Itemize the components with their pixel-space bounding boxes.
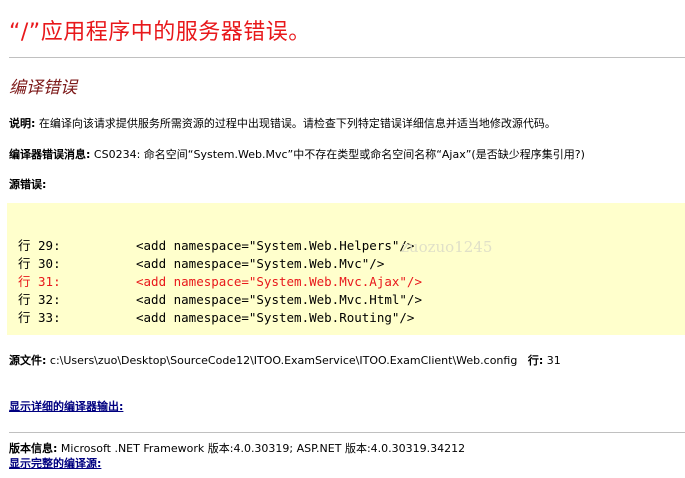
source-line-label: 行: (527, 354, 544, 367)
code-line-error: 行 31: <add namespace="System.Web.Mvc.Ajax… (18, 271, 422, 290)
watermark-text: zuozuo1245 (401, 238, 493, 256)
show-full-source-link[interactable]: 显示完整的编译源: (9, 455, 101, 471)
show-compiler-output-link[interactable]: 显示详细的编译器输出: (9, 398, 123, 414)
source-file-label: 源文件: (9, 354, 47, 367)
code-line-text: <add namespace="System.Web.Helpers"/> (136, 238, 415, 253)
code-line: 行 30: <add namespace="System.Web.Mvc"/> (18, 253, 384, 272)
footer-divider (9, 432, 685, 433)
code-line-number: 行 30: (18, 256, 61, 271)
compiler-error-text: CS0234: 命名空间“System.Web.Mvc”中不存在类型或命名空间名… (93, 148, 585, 161)
source-line-value: 31 (546, 354, 561, 367)
code-line-number: 行 33: (18, 310, 61, 325)
section-subtitle: 编译错误 (9, 78, 77, 98)
version-label: 版本信息: (9, 442, 58, 455)
description-label: 说明: (9, 117, 36, 130)
source-file-line: 源文件: c:\Users\zuo\Desktop\SourceCode12\I… (9, 352, 561, 368)
code-line-text: <add namespace="System.Web.Mvc"/> (136, 256, 385, 271)
source-error-heading: 源错误: (9, 176, 46, 192)
compiler-error-label: 编译器错误消息: (9, 148, 91, 161)
version-info-line: 版本信息: Microsoft .NET Framework 版本:4.0.30… (9, 440, 465, 456)
code-line-text: <add namespace="System.Web.Routing"/> (136, 310, 415, 325)
code-line: 行 29: <add namespace="System.Web.Helpers"… (18, 235, 414, 254)
page-title: “/”应用程序中的服务器错误。 (9, 20, 311, 45)
code-line-number: 行 32: (18, 292, 61, 307)
compiler-error-line: 编译器错误消息: CS0234: 命名空间“System.Web.Mvc”中不存… (9, 146, 585, 162)
code-line-number: 行 31: (18, 274, 61, 289)
code-line-text: <add namespace="System.Web.Mvc.Html"/> (136, 292, 422, 307)
source-file-path: c:\Users\zuo\Desktop\SourceCode12\ITOO.E… (49, 354, 518, 367)
code-line: 行 33: <add namespace="System.Web.Routing"… (18, 307, 414, 326)
code-line-number: 行 29: (18, 238, 61, 253)
source-code-box: 行 29: <add namespace="System.Web.Helpers"… (7, 203, 685, 335)
description-line: 说明: 在编译向该请求提供服务所需资源的过程中出现错误。请检查下列特定错误详细信… (9, 115, 556, 131)
code-line: 行 32: <add namespace="System.Web.Mvc.Html… (18, 289, 422, 308)
title-divider (9, 57, 685, 58)
source-error-label: 源错误: (9, 178, 47, 191)
code-line-text: <add namespace="System.Web.Mvc.Ajax"/> (136, 274, 422, 289)
error-page: “/”应用程序中的服务器错误。 编译错误 说明: 在编译向该请求提供服务所需资源… (0, 0, 685, 478)
version-text: Microsoft .NET Framework 版本:4.0.30319; A… (60, 442, 466, 455)
description-text: 在编译向该请求提供服务所需资源的过程中出现错误。请检查下列特定错误详细信息并适当… (38, 117, 556, 130)
